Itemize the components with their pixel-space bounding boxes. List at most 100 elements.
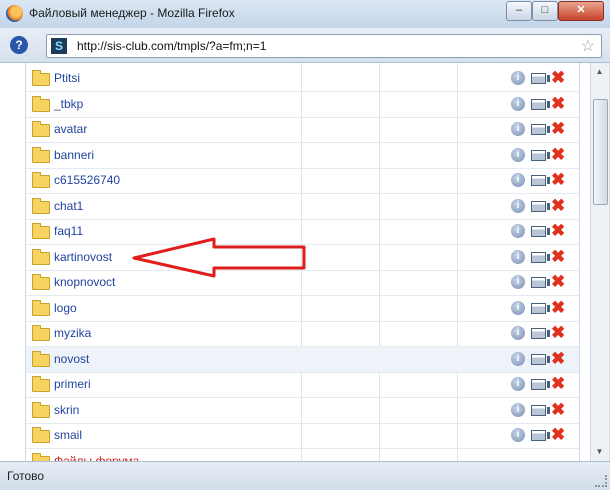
firefox-icon [6, 5, 23, 22]
status-text: Готово [7, 469, 45, 483]
delete-icon[interactable]: ✖ [551, 273, 565, 291]
delete-icon[interactable]: ✖ [551, 247, 565, 266]
info-icon[interactable]: i [511, 402, 525, 417]
delete-icon[interactable]: ✖ [551, 94, 565, 113]
red-arrow-annotation [132, 237, 306, 278]
folder-icon [32, 248, 50, 265]
info-icon[interactable]: i [511, 224, 525, 238]
folder-icon [32, 70, 50, 86]
delete-icon[interactable]: ✖ [551, 69, 565, 87]
open-window-icon[interactable] [531, 124, 550, 135]
folder-icon [32, 223, 50, 239]
info-icon[interactable]: i [511, 96, 525, 111]
folder-icon [32, 95, 50, 112]
file-row: skrin i ✖ [26, 398, 579, 424]
file-row: banneri i ✖ [26, 143, 579, 169]
folder-link[interactable]: smail [54, 428, 82, 442]
folder-icon [32, 376, 50, 392]
status-bar: Готово [0, 461, 610, 490]
scrollbar-thumb[interactable] [593, 99, 608, 205]
delete-icon[interactable]: ✖ [551, 145, 565, 164]
info-icon[interactable]: i [511, 300, 525, 315]
folder-icon [32, 172, 50, 188]
folder-link[interactable]: logo [54, 301, 77, 315]
folder-icon [32, 350, 50, 367]
delete-icon[interactable]: ✖ [551, 222, 565, 240]
navigation-bar: ? S http://sis-club.com/tmpls/?a=fm;n=1 … [0, 28, 610, 63]
file-row: primeri i ✖ [26, 372, 579, 398]
folder-link[interactable]: myzika [54, 326, 91, 340]
url-text[interactable]: http://sis-club.com/tmpls/?a=fm;n=1 [77, 39, 266, 53]
scroll-up-arrow-icon[interactable]: ▲ [593, 65, 606, 79]
delete-icon[interactable]: ✖ [551, 120, 565, 138]
folder-link[interactable]: novost [54, 352, 89, 366]
delete-icon[interactable]: ✖ [551, 298, 565, 317]
info-icon[interactable]: i [511, 326, 525, 340]
scroll-down-arrow-icon[interactable]: ▼ [593, 445, 606, 459]
window-title: Файловый менеджер - Mozilla Firefox [29, 6, 235, 20]
info-icon[interactable]: i [511, 198, 525, 213]
folder-link[interactable]: _tbkp [54, 97, 83, 111]
maximize-button[interactable]: □ [532, 1, 558, 21]
folder-link[interactable]: avatar [54, 122, 87, 136]
file-row: _tbkp i ✖ [26, 92, 579, 118]
folder-link[interactable]: faq11 [54, 224, 83, 238]
open-window-icon[interactable] [531, 277, 550, 288]
delete-icon[interactable]: ✖ [551, 375, 565, 393]
info-icon[interactable]: i [511, 71, 525, 85]
close-button[interactable]: ✕ [558, 1, 604, 21]
info-icon[interactable]: i [511, 122, 525, 136]
info-icon[interactable]: i [511, 147, 525, 162]
open-window-icon[interactable] [531, 200, 550, 212]
file-row: avatar i ✖ [26, 117, 579, 143]
open-window-icon[interactable] [531, 175, 550, 186]
open-window-icon[interactable] [531, 149, 550, 161]
open-window-icon[interactable] [531, 98, 550, 110]
folder-icon [32, 299, 50, 316]
folder-icon [32, 121, 50, 137]
info-icon[interactable]: i [511, 275, 525, 289]
info-icon[interactable]: i [511, 428, 525, 442]
delete-icon[interactable]: ✖ [551, 349, 565, 368]
info-icon[interactable]: i [511, 351, 525, 366]
file-row: Файлы форума [26, 449, 579, 462]
help-icon[interactable]: ? [10, 36, 28, 54]
open-window-icon[interactable] [531, 430, 550, 441]
open-window-icon[interactable] [531, 404, 550, 416]
bookmark-star-icon[interactable]: ☆ [581, 36, 595, 56]
resize-grip[interactable] [595, 475, 607, 487]
delete-icon[interactable]: ✖ [551, 426, 565, 444]
delete-icon[interactable]: ✖ [551, 400, 565, 419]
folder-link[interactable]: Файлы форума [54, 454, 139, 462]
folder-icon [32, 427, 50, 443]
open-window-icon[interactable] [531, 226, 550, 237]
folder-link[interactable]: knopnovoct [54, 275, 115, 289]
folder-link[interactable]: skrin [54, 403, 79, 417]
vertical-scrollbar[interactable]: ▲ ▼ [590, 63, 609, 461]
url-bar[interactable]: S http://sis-club.com/tmpls/?a=fm;n=1 ☆ [46, 34, 602, 58]
site-favicon-icon: S [51, 38, 67, 54]
folder-link[interactable]: primeri [54, 377, 91, 391]
open-window-icon[interactable] [531, 328, 550, 339]
info-icon[interactable]: i [511, 173, 525, 187]
open-window-icon[interactable] [531, 302, 550, 314]
open-window-icon[interactable] [531, 353, 550, 365]
folder-icon [32, 274, 50, 290]
delete-icon[interactable]: ✖ [551, 171, 565, 189]
info-icon[interactable]: i [511, 249, 525, 264]
open-window-icon[interactable] [531, 251, 550, 263]
folder-link[interactable]: Ptitsi [54, 71, 80, 85]
open-window-icon[interactable] [531, 379, 550, 390]
folder-link[interactable]: chat1 [54, 199, 83, 213]
folder-link[interactable]: banneri [54, 148, 94, 162]
open-window-icon[interactable] [531, 73, 550, 84]
delete-icon[interactable]: ✖ [551, 324, 565, 342]
minimize-button[interactable]: – [506, 1, 532, 21]
file-row: smail i ✖ [26, 423, 579, 449]
info-icon[interactable]: i [511, 377, 525, 391]
folder-icon [32, 197, 50, 214]
folder-link[interactable]: kartinovost [54, 250, 112, 264]
folder-link[interactable]: c615526740 [54, 173, 120, 187]
delete-icon[interactable]: ✖ [551, 196, 565, 215]
file-row: chat1 i ✖ [26, 194, 579, 220]
